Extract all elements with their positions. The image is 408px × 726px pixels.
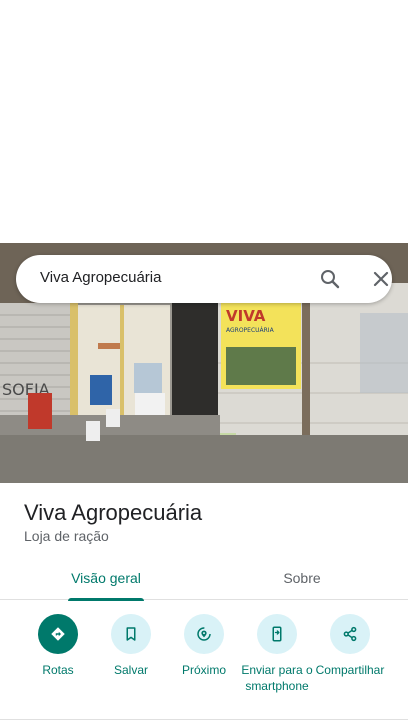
save-button[interactable]: Salvar — [89, 612, 173, 678]
sign-subtitle: AGROPECUÁRIA — [226, 327, 275, 334]
close-icon[interactable] — [369, 267, 393, 291]
send-to-phone-label: Enviar para o smartphone — [241, 663, 313, 693]
tab-overview[interactable]: Visão geral — [68, 556, 144, 601]
map-area-blank — [0, 0, 408, 243]
share-icon — [330, 614, 370, 654]
action-row: Rotas Salvar Próximo Enviar para o smart… — [0, 612, 408, 712]
directions-label: Rotas — [42, 663, 74, 677]
tab-overview-label: Visão geral — [71, 570, 141, 586]
tab-about-label: Sobre — [283, 570, 321, 586]
search-icon[interactable] — [318, 267, 342, 291]
save-label: Salvar — [113, 663, 148, 677]
share-button[interactable]: Compartilhar — [308, 612, 392, 678]
bookmark-icon — [111, 614, 151, 654]
nearby-label: Próximo — [181, 663, 226, 677]
send-to-phone-icon — [257, 614, 297, 654]
directions-icon — [38, 614, 78, 654]
send-to-phone-button[interactable]: Enviar para o smartphone — [235, 612, 319, 694]
place-title: Viva Agropecuária — [24, 500, 203, 525]
tab-about[interactable]: Sobre — [272, 556, 332, 600]
place-category: Loja de ração — [24, 528, 109, 544]
search-input[interactable]: Viva Agropecuária — [40, 269, 161, 286]
search-bar[interactable]: Viva Agropecuária — [16, 255, 392, 303]
divider — [0, 719, 408, 720]
tab-selected-indicator — [68, 598, 144, 601]
sign-title: VIVA — [226, 307, 266, 325]
place-tabs: Visão geral Sobre — [0, 556, 408, 601]
nearby-button[interactable]: Próximo — [162, 612, 246, 678]
nearby-icon — [184, 614, 224, 654]
share-label: Compartilhar — [315, 663, 385, 677]
directions-button[interactable]: Rotas — [16, 612, 100, 678]
